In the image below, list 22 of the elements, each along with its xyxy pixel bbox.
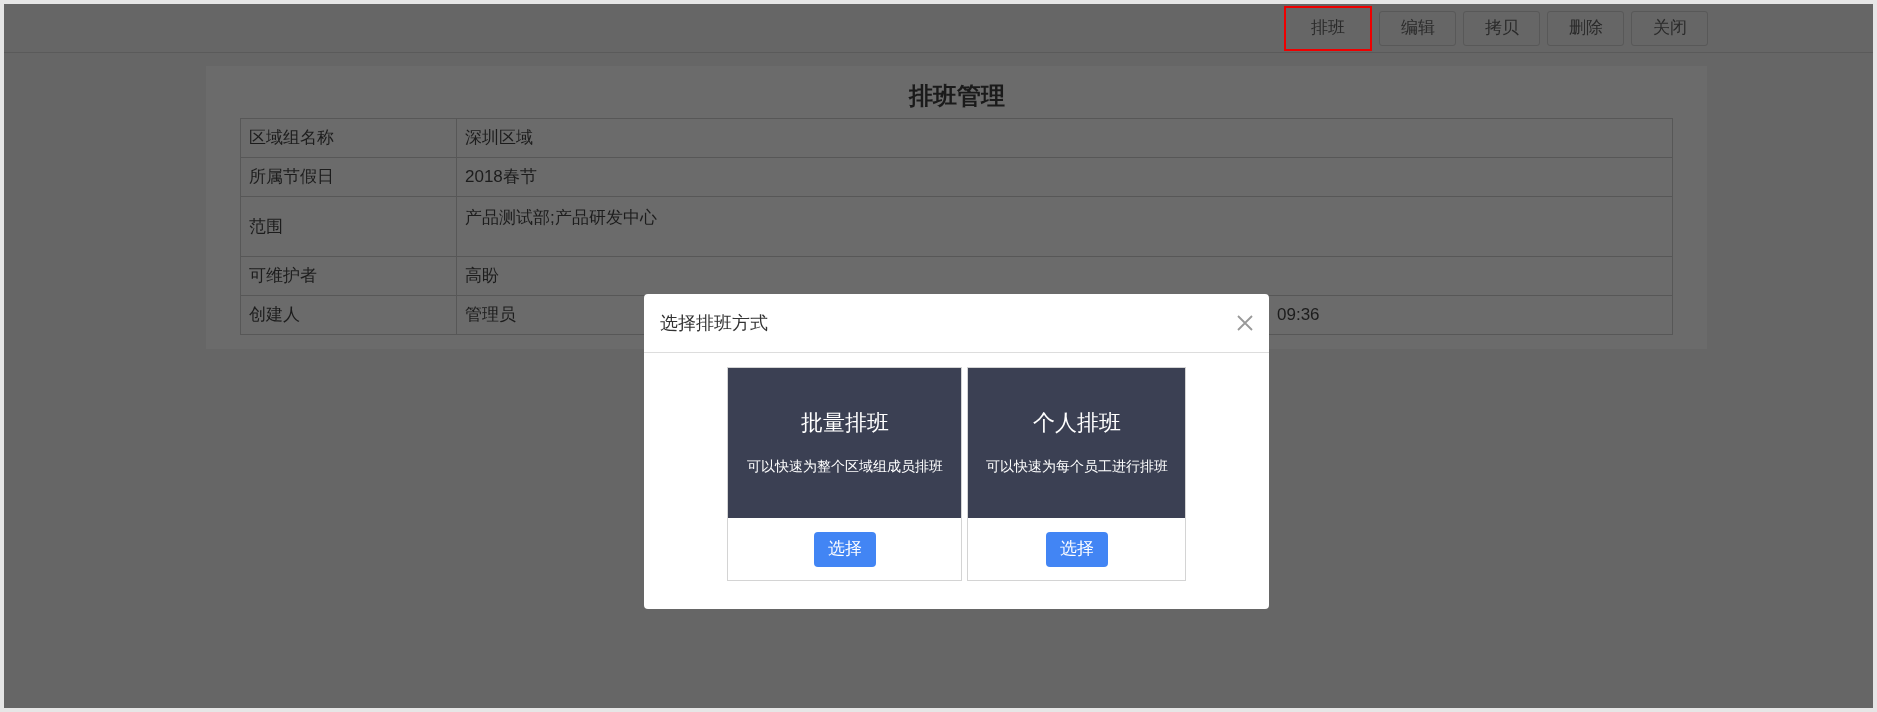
label-cell: 可维护者 [240, 256, 457, 296]
toolbar-button[interactable]: 排班 [1284, 5, 1372, 51]
toolbar-button[interactable]: 拷贝 [1463, 10, 1540, 46]
label-cell: 区域组名称 [240, 118, 457, 158]
dialog-title: 选择排班方式 [660, 311, 768, 335]
value-cell: 2018春节 [456, 157, 1673, 197]
toolbar-button[interactable]: 删除 [1547, 10, 1624, 46]
label-cell: 创建人 [240, 295, 457, 335]
panel-title: 排班管理 [907, 81, 1006, 111]
close-icon[interactable] [1237, 315, 1253, 331]
option-title: 批量排班 [799, 409, 890, 437]
toolbar-button[interactable]: 编辑 [1379, 10, 1456, 46]
option-description: 可以快速为整个区域组成员排班 [745, 458, 944, 476]
option-description: 可以快速为每个员工进行排班 [984, 458, 1169, 476]
label-cell: 所属节假日 [240, 157, 457, 197]
option-title: 个人排班 [1031, 409, 1122, 437]
select-button[interactable]: 选择 [813, 531, 876, 567]
label-cell: 范围 [240, 196, 457, 257]
select-button[interactable]: 选择 [1045, 531, 1108, 567]
value-cell: 深圳区域 [456, 118, 1673, 158]
value-cell: 产品测试部;产品研发中心 [456, 196, 1673, 257]
toolbar-button[interactable]: 关闭 [1631, 10, 1708, 46]
